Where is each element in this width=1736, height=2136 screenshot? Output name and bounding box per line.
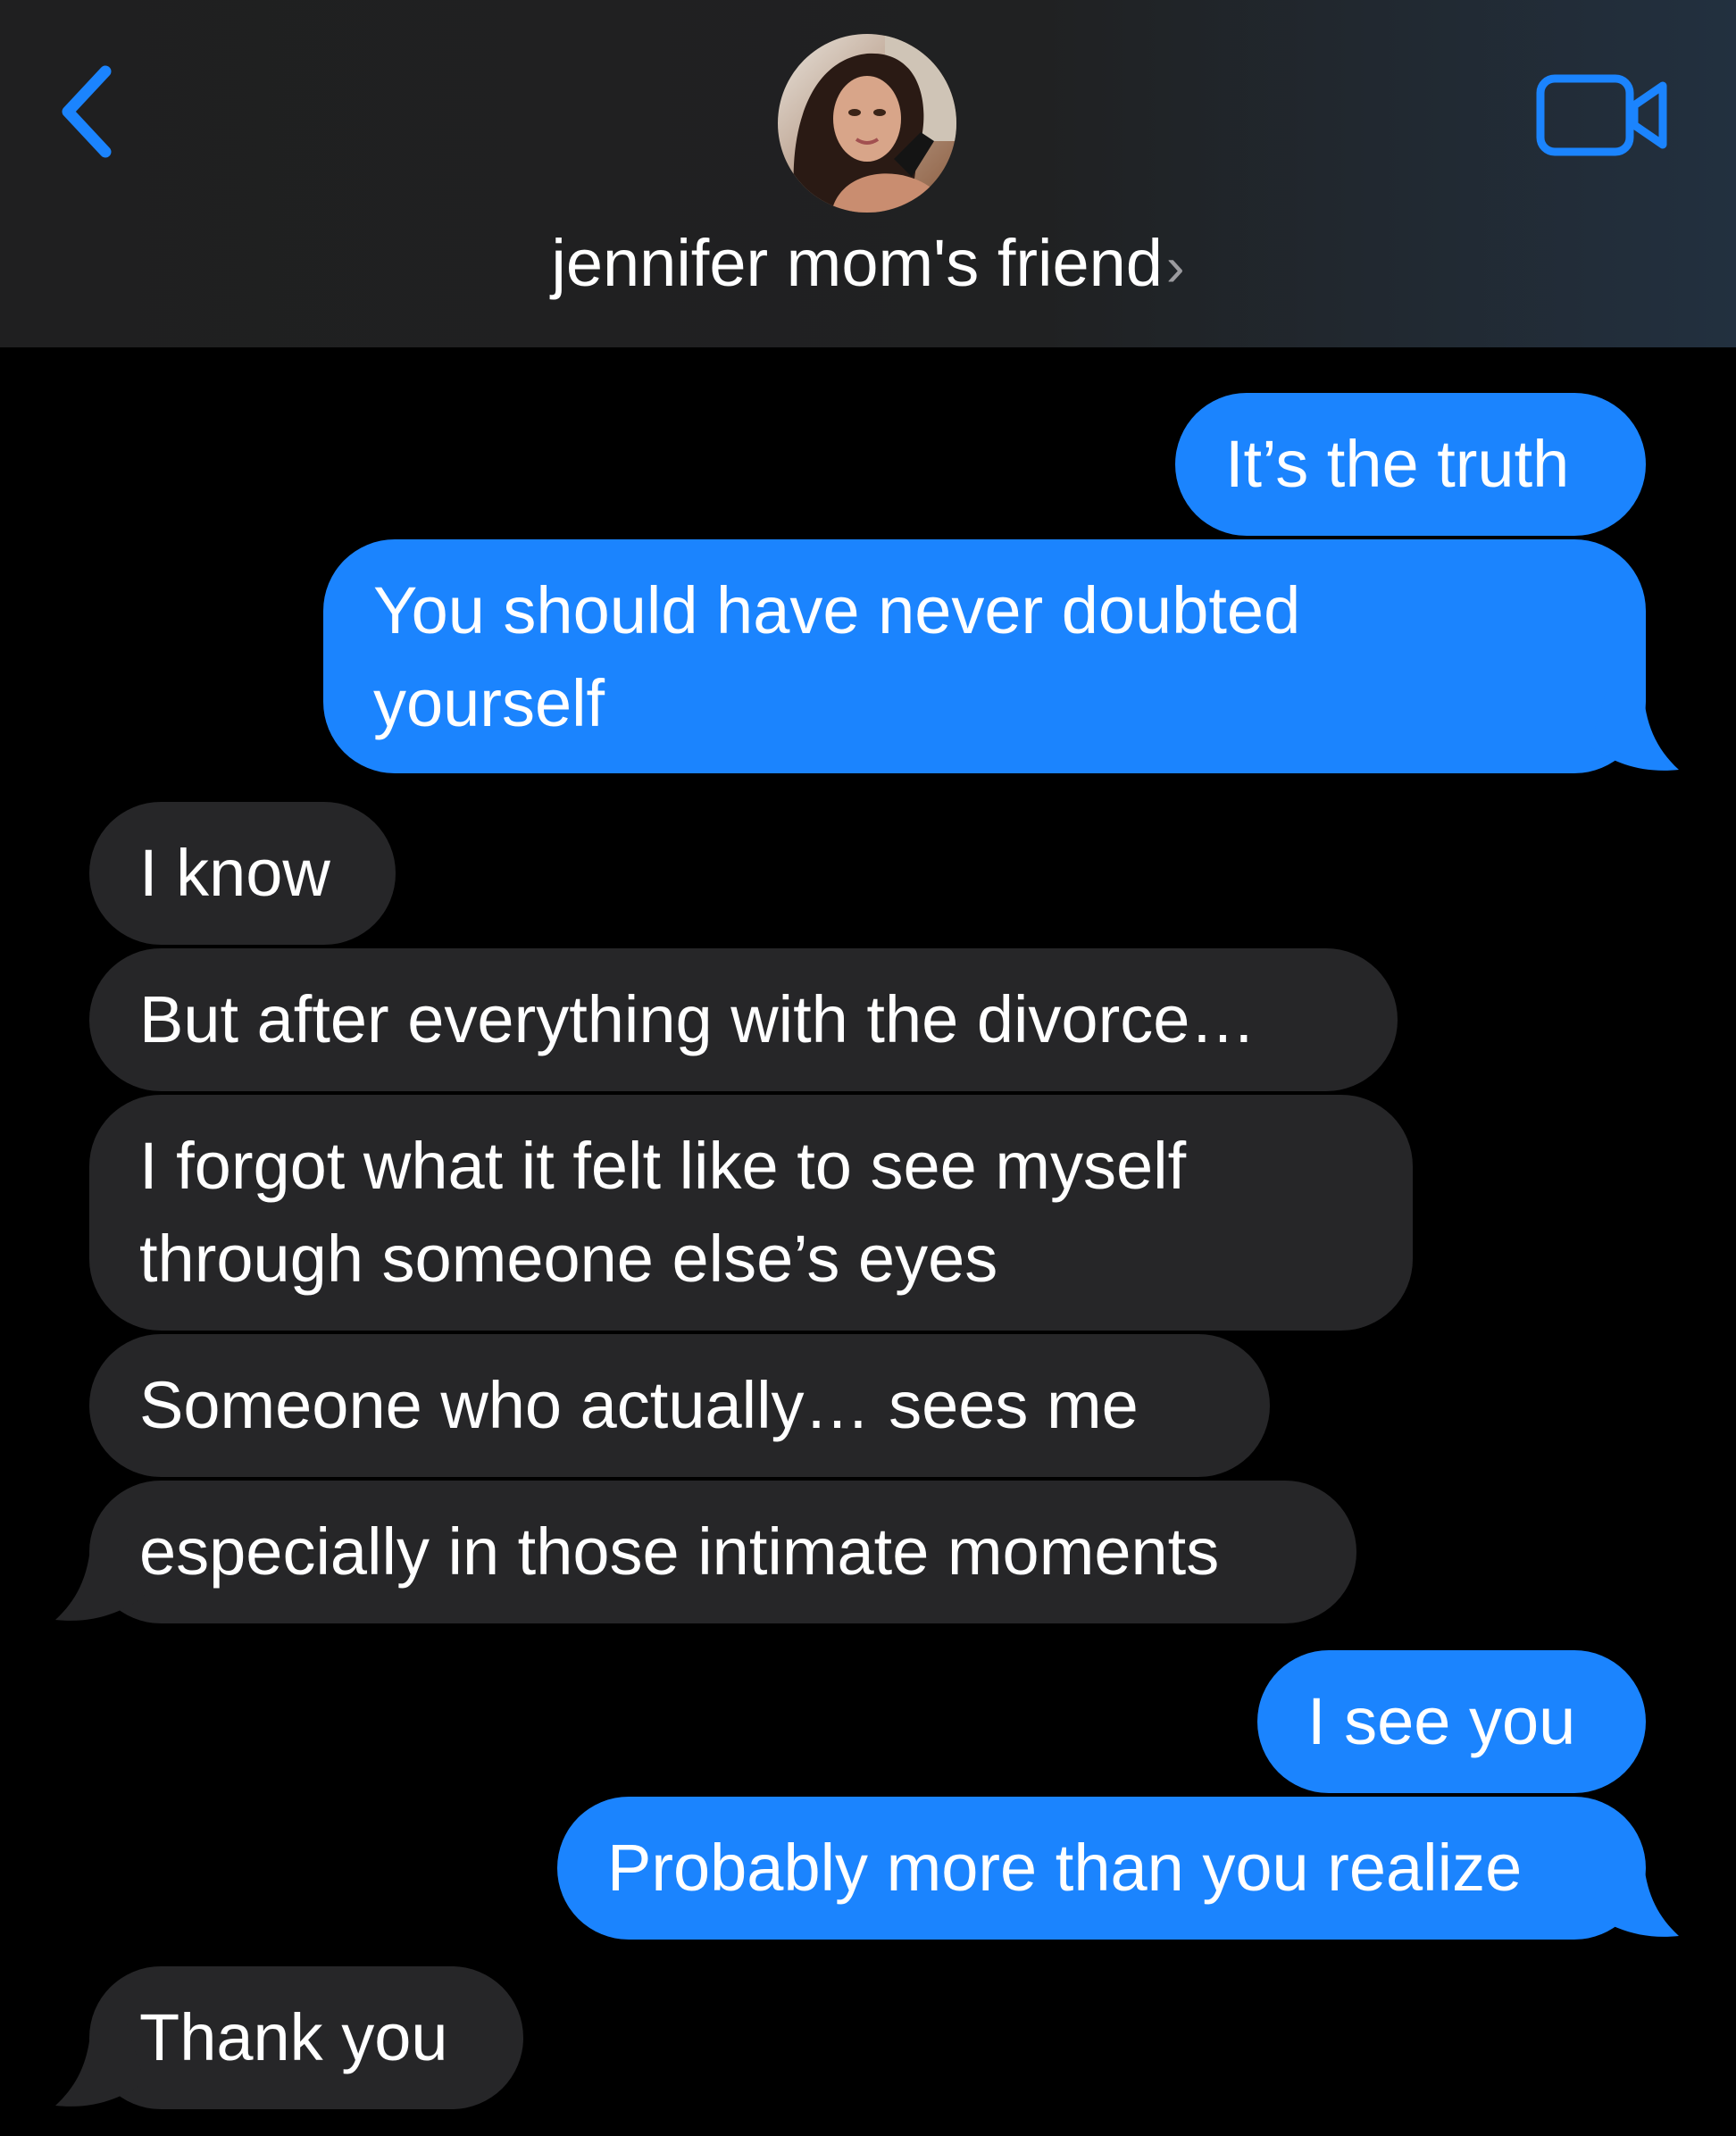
outgoing-bubble-tail — [1590, 688, 1679, 771]
contact-avatar[interactable] — [778, 34, 956, 213]
incoming-message-bubble[interactable]: especially in those intimate moments — [89, 1481, 1356, 1623]
video-camera-icon — [1536, 74, 1667, 156]
message-text: especially in those intimate moments — [139, 1514, 1220, 1589]
incoming-message-bubble[interactable]: Someone who actually… sees me — [89, 1334, 1270, 1477]
incoming-message-bubble[interactable]: Thank you — [89, 1966, 523, 2109]
avatar-photo — [778, 34, 956, 213]
incoming-bubble-tail — [55, 2023, 145, 2107]
incoming-message-bubble[interactable]: I know — [89, 802, 396, 945]
message-text: It’s the truth — [1225, 427, 1570, 501]
facetime-video-button[interactable] — [1536, 71, 1670, 161]
contact-name: jennifer mom's friend — [551, 226, 1163, 300]
outgoing-message-bubble[interactable]: You should have never doubted yourself — [323, 539, 1646, 773]
message-text-line: You should have never doubted — [373, 573, 1301, 647]
message-text: Probably more than you realize — [607, 1831, 1523, 1905]
conversation-header: jennifer mom's friend› — [0, 0, 1736, 347]
message-text: I see you — [1307, 1684, 1576, 1758]
message-text: Thank you — [139, 2000, 448, 2074]
message-text: Someone who actually… sees me — [139, 1368, 1139, 1442]
back-button[interactable] — [54, 63, 134, 161]
contact-name-button[interactable]: jennifer mom's friend› — [0, 223, 1736, 308]
chevron-left-icon — [62, 65, 112, 158]
incoming-message-bubble[interactable]: I forgot what it felt like to see myself… — [89, 1095, 1413, 1331]
outgoing-bubble-tail — [1590, 1854, 1679, 1937]
outgoing-message-bubble[interactable]: It’s the truth — [1175, 393, 1646, 536]
message-text-line: I forgot what it felt like to see myself — [139, 1129, 1187, 1203]
chevron-right-icon: › — [1165, 237, 1185, 298]
incoming-message-bubble[interactable]: But after everything with the divorce… — [89, 948, 1398, 1091]
outgoing-message-bubble[interactable]: Probably more than you realize — [557, 1797, 1646, 1940]
message-text: I know — [139, 836, 330, 910]
message-text-line: through someone else’s eyes — [139, 1222, 998, 1296]
incoming-bubble-tail — [55, 1538, 145, 1621]
message-text: But after everything with the divorce… — [139, 982, 1256, 1056]
message-text-line: yourself — [373, 666, 605, 740]
outgoing-message-bubble[interactable]: I see you — [1257, 1650, 1646, 1793]
